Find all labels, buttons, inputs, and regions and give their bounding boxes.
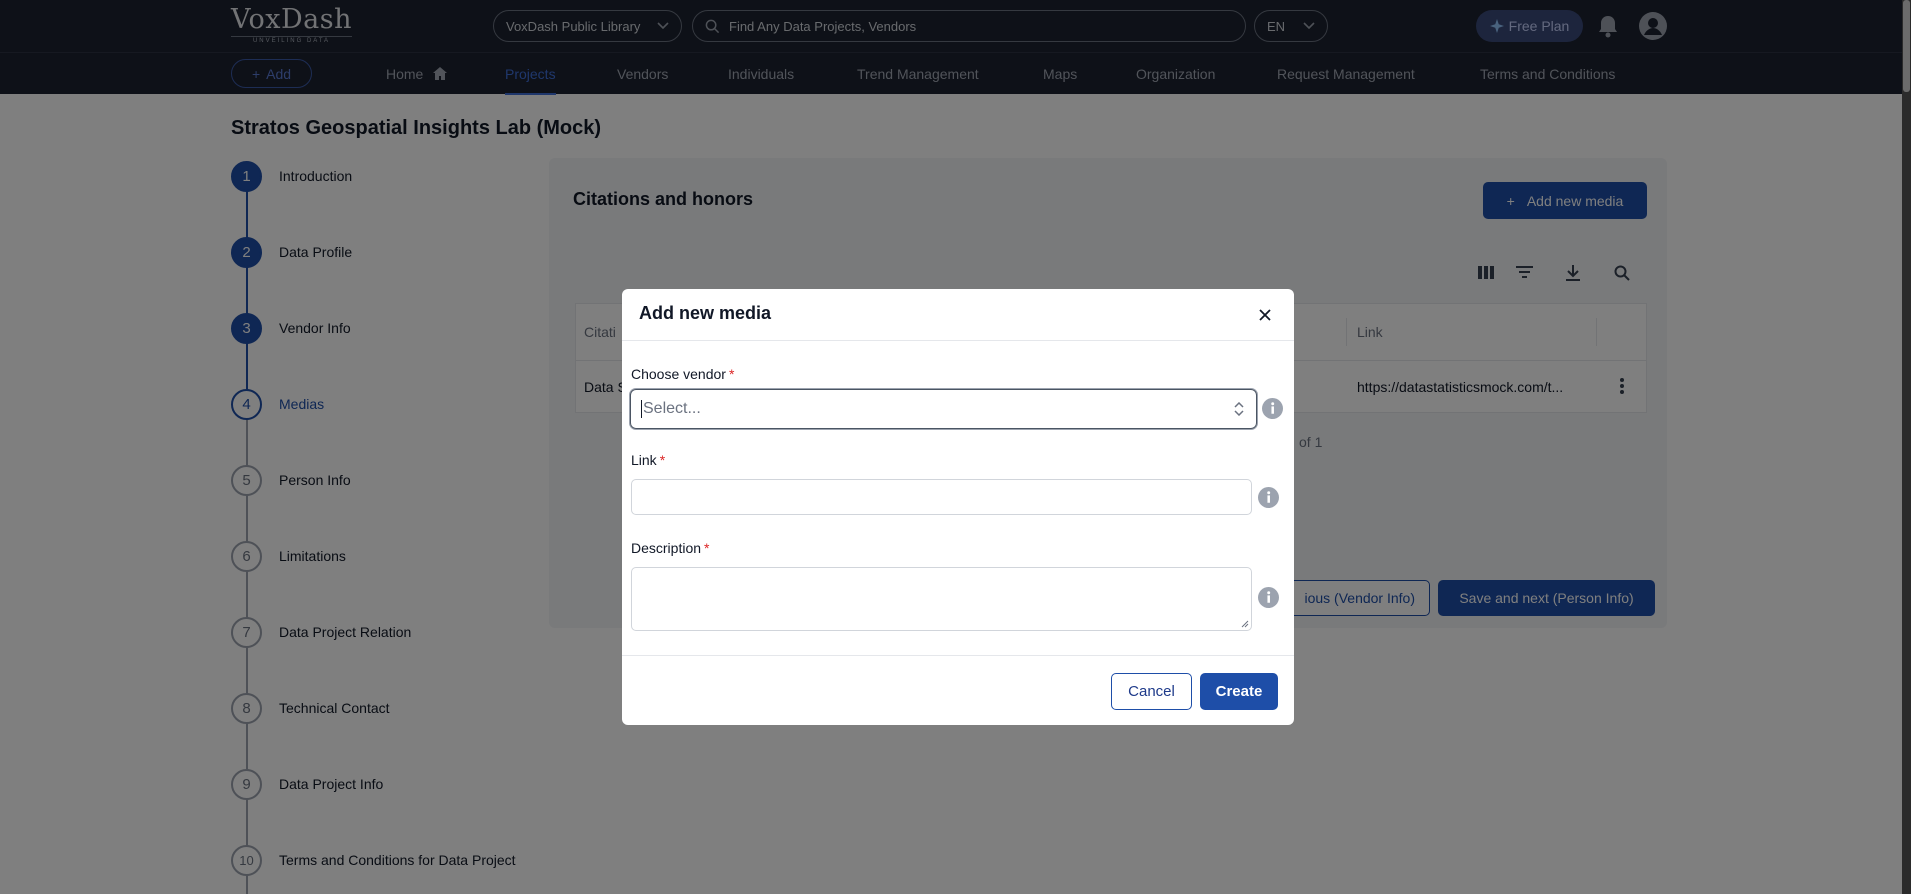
link-label-text: Link [631,452,657,468]
vendor-placeholder: Select... [643,400,701,418]
dialog-footer-divider [622,655,1294,656]
description-textarea[interactable] [631,567,1252,631]
description-label-text: Description [631,540,702,556]
info-icon[interactable] [1258,487,1279,508]
vendor-select-value: Select... [641,399,701,418]
link-field-label: Link * [631,452,665,468]
dialog-divider [622,340,1294,341]
add-new-media-dialog: Add new media Choose vendor * Select... L… [622,289,1294,725]
vendor-label-text: Choose vendor [631,366,726,382]
text-caret [641,399,642,418]
required-mark: * [659,452,666,468]
description-field-label: Description * [631,540,709,556]
create-button[interactable]: Create [1200,673,1278,710]
cancel-button[interactable]: Cancel [1111,673,1192,710]
vendor-select[interactable]: Select... [630,389,1257,429]
info-icon[interactable] [1258,587,1279,608]
required-mark: * [728,366,735,382]
scrollbar-thumb[interactable] [1903,0,1910,92]
info-icon[interactable] [1262,398,1283,419]
dialog-title: Add new media [639,303,772,323]
chevron-up-down-icon [1234,402,1244,416]
required-mark: * [704,540,710,556]
close-icon[interactable] [1259,309,1271,321]
resize-grip-icon[interactable] [1241,620,1249,628]
page-scrollbar[interactable] [1902,0,1911,894]
vendor-field-label: Choose vendor * [631,366,734,382]
link-input[interactable] [631,479,1252,515]
